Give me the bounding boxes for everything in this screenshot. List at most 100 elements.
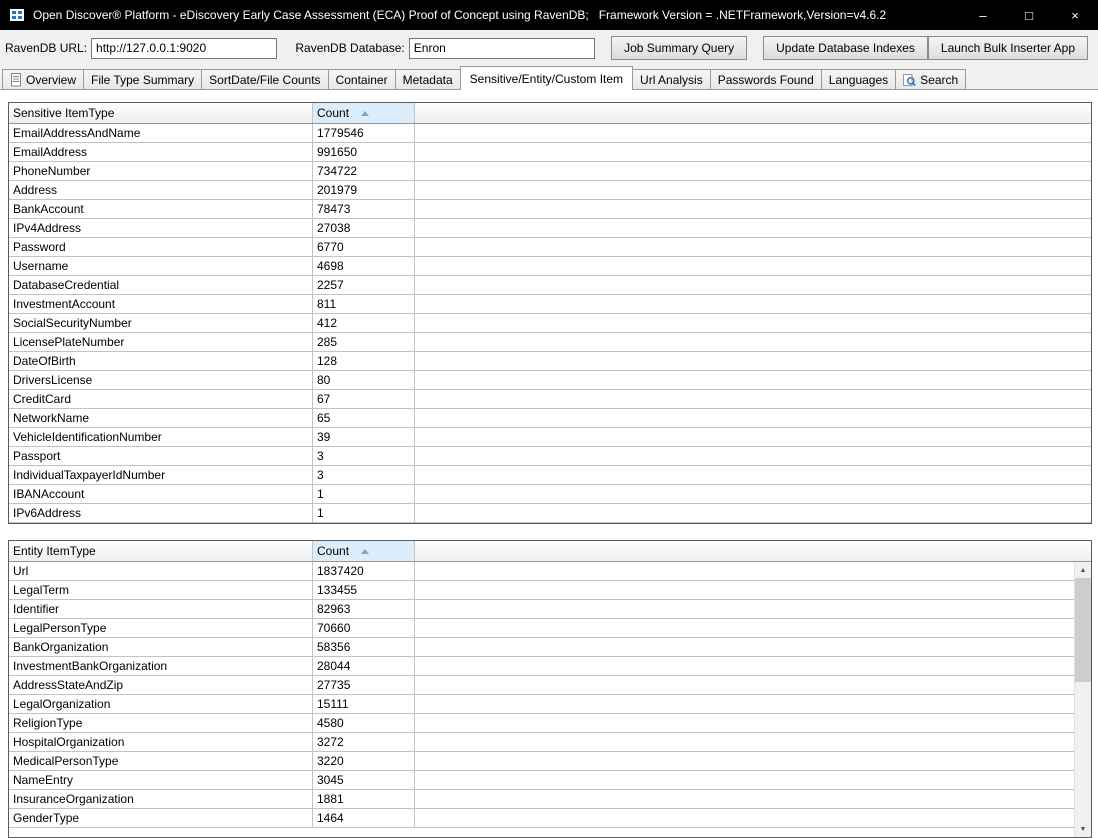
header-filler — [415, 541, 1091, 561]
row-filler — [415, 638, 1091, 656]
table-row[interactable]: SocialSecurityNumber 412 — [9, 314, 1091, 333]
itemtype-cell: LicensePlateNumber — [9, 333, 313, 351]
table-row[interactable]: BankAccount 78473 — [9, 200, 1091, 219]
header-filler — [415, 103, 1091, 123]
row-filler — [415, 657, 1091, 675]
tab-languages[interactable]: Languages — [820, 69, 897, 90]
table-row[interactable]: NameEntry 3045 — [9, 771, 1091, 790]
itemtype-cell: GenderType — [9, 809, 313, 827]
tab-file-type-summary[interactable]: File Type Summary — [83, 69, 203, 90]
tab-label: Passwords Found — [717, 73, 814, 87]
table-row[interactable]: IndividualTaxpayerIdNumber 3 — [9, 466, 1091, 485]
table-row[interactable]: LicensePlateNumber 285 — [9, 333, 1091, 352]
scrollbar-thumb[interactable] — [1075, 578, 1091, 682]
table-row[interactable]: NetworkName 65 — [9, 409, 1091, 428]
count-cell: 285 — [313, 333, 415, 351]
table-row[interactable]: Address 201979 — [9, 181, 1091, 200]
count-cell: 15111 — [313, 695, 415, 713]
tab-sensitive-entity-custom-item[interactable]: Sensitive/Entity/Custom Item — [459, 66, 634, 90]
tab-label: Metadata — [402, 73, 453, 87]
itemtype-cell: HospitalOrganization — [9, 733, 313, 751]
scrollbar-track[interactable] — [1075, 578, 1091, 821]
sensitive-count-column-header[interactable]: Count — [313, 103, 415, 123]
table-row[interactable]: ReligionType 4580 — [9, 714, 1091, 733]
count-cell: 27735 — [313, 676, 415, 694]
count-cell: 58356 — [313, 638, 415, 656]
row-filler — [415, 771, 1091, 789]
table-row[interactable]: DriversLicense 80 — [9, 371, 1091, 390]
table-row[interactable]: Url 1837420 — [9, 562, 1091, 581]
minimize-button[interactable]: – — [960, 0, 1006, 30]
vertical-scrollbar[interactable]: ▲ ▼ — [1074, 562, 1091, 837]
tab-passwords-found[interactable]: Passwords Found — [709, 69, 822, 90]
table-row[interactable]: IPv4Address 27038 — [9, 219, 1091, 238]
itemtype-cell: LegalOrganization — [9, 695, 313, 713]
app-icon — [9, 7, 25, 23]
update-database-indexes-button[interactable]: Update Database Indexes — [763, 36, 928, 60]
count-cell: 734722 — [313, 162, 415, 180]
overview-icon — [10, 73, 22, 87]
row-filler — [415, 143, 1091, 161]
itemtype-cell: ReligionType — [9, 714, 313, 732]
table-row[interactable]: LegalPersonType 70660 — [9, 619, 1091, 638]
tab-strip: Overview File Type Summary SortDate/File… — [0, 66, 1098, 90]
table-row[interactable]: DatabaseCredential 2257 — [9, 276, 1091, 295]
table-row[interactable]: DateOfBirth 128 — [9, 352, 1091, 371]
row-filler — [415, 619, 1091, 637]
tab-label: Overview — [26, 73, 77, 87]
table-row[interactable]: MedicalPersonType 3220 — [9, 752, 1091, 771]
table-row[interactable]: HospitalOrganization 3272 — [9, 733, 1091, 752]
itemtype-cell: Password — [9, 238, 313, 256]
itemtype-cell: NameEntry — [9, 771, 313, 789]
itemtype-cell: EmailAddressAndName — [9, 124, 313, 142]
table-row[interactable]: LegalTerm 133455 — [9, 581, 1091, 600]
table-row[interactable]: IPv6Address 1 — [9, 504, 1091, 523]
count-cell: 811 — [313, 295, 415, 313]
tab-search[interactable]: Search — [895, 69, 967, 90]
table-row[interactable]: VehicleIdentificationNumber 39 — [9, 428, 1091, 447]
table-row[interactable]: Username 4698 — [9, 257, 1091, 276]
table-row[interactable]: EmailAddressAndName 1779546 — [9, 124, 1091, 143]
tab-content-sensitive-entity-custom-item: Sensitive ItemType Count EmailAddressAnd… — [0, 90, 1098, 838]
count-cell: 3272 — [313, 733, 415, 751]
ravendb-database-input[interactable] — [408, 37, 596, 59]
scroll-up-button[interactable]: ▲ — [1075, 562, 1091, 578]
row-filler — [415, 276, 1091, 294]
table-row[interactable]: LegalOrganization 15111 — [9, 695, 1091, 714]
table-row[interactable]: InvestmentAccount 811 — [9, 295, 1091, 314]
table-row[interactable]: AddressStateAndZip 27735 — [9, 676, 1091, 695]
tab-sortdate-file-counts[interactable]: SortDate/File Counts — [201, 69, 329, 90]
count-cell: 4580 — [313, 714, 415, 732]
launch-bulk-inserter-button[interactable]: Launch Bulk Inserter App — [927, 36, 1088, 60]
entity-itemtype-column-header[interactable]: Entity ItemType — [9, 541, 313, 561]
table-row[interactable]: BankOrganization 58356 — [9, 638, 1091, 657]
table-row[interactable]: PhoneNumber 734722 — [9, 162, 1091, 181]
entity-count-column-header[interactable]: Count — [313, 541, 415, 561]
itemtype-cell: EmailAddress — [9, 143, 313, 161]
job-summary-query-button[interactable]: Job Summary Query — [611, 36, 748, 60]
count-cell: 412 — [313, 314, 415, 332]
column-header-label: Count — [317, 106, 350, 120]
table-row[interactable]: Password 6770 — [9, 238, 1091, 257]
itemtype-cell: CreditCard — [9, 390, 313, 408]
table-row[interactable]: InvestmentBankOrganization 28044 — [9, 657, 1091, 676]
row-filler — [415, 257, 1091, 275]
table-row[interactable]: GenderType 1464 — [9, 809, 1091, 828]
table-row[interactable]: EmailAddress 991650 — [9, 143, 1091, 162]
tab-url-analysis[interactable]: Url Analysis — [632, 69, 711, 90]
table-row[interactable]: InsuranceOrganization 1881 — [9, 790, 1091, 809]
table-row[interactable]: IBANAccount 1 — [9, 485, 1091, 504]
tab-overview[interactable]: Overview — [2, 69, 85, 90]
ravendb-url-input[interactable] — [91, 37, 278, 59]
tab-metadata[interactable]: Metadata — [394, 69, 461, 90]
maximize-button[interactable]: □ — [1006, 0, 1052, 30]
row-filler — [415, 790, 1091, 808]
scroll-down-button[interactable]: ▼ — [1075, 821, 1091, 837]
close-button[interactable]: × — [1052, 0, 1098, 30]
itemtype-cell: LegalTerm — [9, 581, 313, 599]
table-row[interactable]: Identifier 82963 — [9, 600, 1091, 619]
tab-container[interactable]: Container — [327, 69, 396, 90]
sensitive-itemtype-column-header[interactable]: Sensitive ItemType — [9, 103, 313, 123]
table-row[interactable]: Passport 3 — [9, 447, 1091, 466]
table-row[interactable]: CreditCard 67 — [9, 390, 1091, 409]
